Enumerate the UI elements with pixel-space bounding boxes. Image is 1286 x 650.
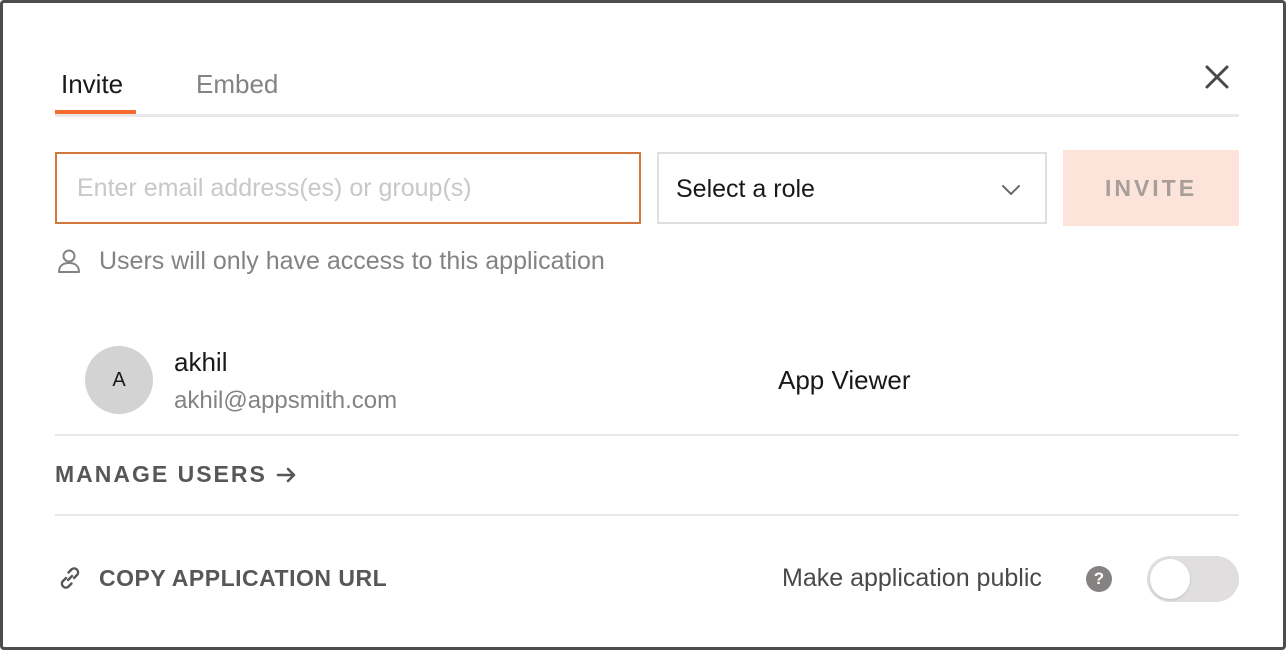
tab-invite[interactable]: Invite bbox=[61, 69, 123, 100]
access-note-text: Users will only have access to this appl… bbox=[99, 246, 605, 275]
manage-users-link[interactable]: MANAGE USERS bbox=[55, 461, 299, 488]
close-button[interactable] bbox=[1199, 59, 1235, 95]
chevron-down-icon bbox=[1002, 185, 1020, 195]
toggle-knob bbox=[1150, 559, 1190, 599]
link-icon bbox=[60, 567, 80, 589]
arrow-right-icon bbox=[276, 467, 296, 482]
copy-url-label: COPY APPLICATION URL bbox=[99, 564, 388, 591]
divider bbox=[55, 434, 1239, 436]
invite-button[interactable]: INVITE bbox=[1063, 150, 1239, 226]
role-select[interactable]: Select a role bbox=[657, 152, 1047, 224]
manage-users-label: MANAGE USERS bbox=[55, 461, 267, 487]
member-role: App Viewer bbox=[778, 365, 911, 395]
tab-bar: Invite Embed bbox=[55, 63, 1239, 117]
divider bbox=[55, 514, 1239, 516]
share-modal: Invite Embed Select a role INVITE Users … bbox=[0, 0, 1286, 650]
email-input[interactable] bbox=[55, 152, 641, 224]
member-email: akhil@appsmith.com bbox=[174, 387, 398, 414]
help-icon[interactable]: ? bbox=[1086, 566, 1112, 592]
make-public-label: Make application public bbox=[782, 564, 1042, 592]
access-note: Users will only have access to this appl… bbox=[55, 243, 605, 279]
role-select-label: Select a role bbox=[676, 175, 815, 203]
close-icon bbox=[1205, 65, 1229, 89]
member-name: akhil bbox=[174, 347, 228, 377]
user-icon bbox=[58, 249, 80, 273]
make-public-toggle[interactable] bbox=[1147, 556, 1239, 602]
tab-embed[interactable]: Embed bbox=[196, 69, 278, 100]
active-tab-indicator bbox=[55, 110, 136, 114]
copy-url-button[interactable]: COPY APPLICATION URL bbox=[55, 563, 387, 593]
avatar: A bbox=[85, 346, 153, 414]
avatar-initial: A bbox=[112, 368, 126, 391]
